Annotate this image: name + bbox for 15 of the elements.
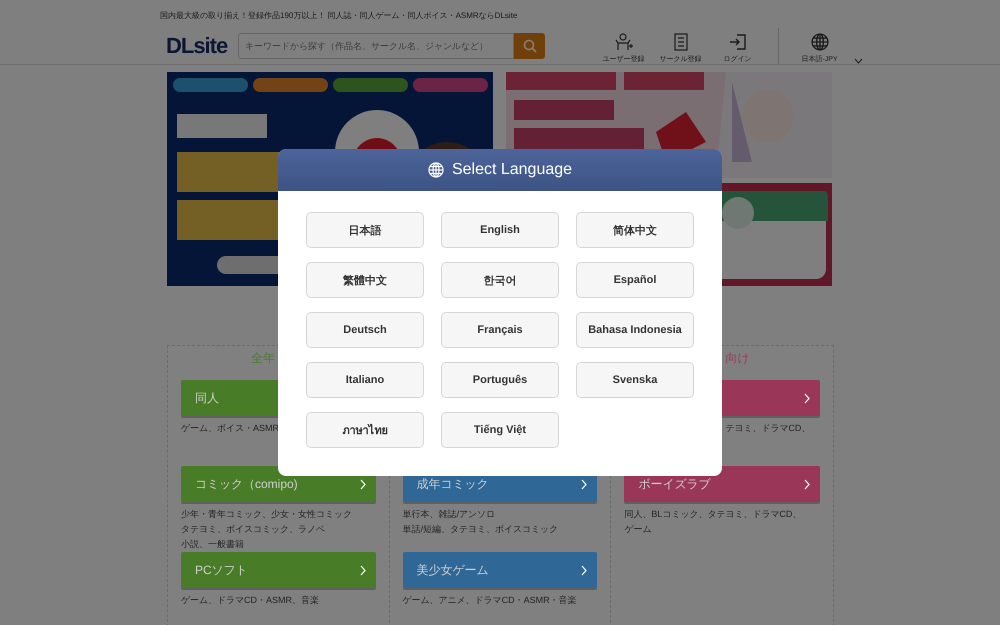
category-description: ゲーム、ボイス・ASMR [181, 422, 280, 435]
category-description: ゲーム [624, 523, 652, 536]
dialog-title: Select Language [452, 161, 572, 179]
section-heading: 全年 [251, 351, 275, 365]
category-description: ゲーム、アニメ、ドラマCD・ASMR・音楽 [402, 594, 577, 607]
category-description: 同人、BLコミック、タテヨミ、ドラマCD、 [624, 508, 802, 521]
category-description: 少年・青年コミック、少女・女性コミック [181, 508, 352, 521]
category-description: 小説、一般書籍 [181, 538, 244, 551]
category-description: 単話/短編、タテヨミ、ボイスコミック [402, 523, 558, 536]
category-description: ゲーム、ドラマCD・ASMR、音楽 [181, 594, 320, 607]
category-description: テヨミ、ドラマCD、 [725, 422, 810, 435]
section-heading: 向け [725, 351, 750, 365]
category-description: 単行本、雑誌/アンソロ [402, 508, 496, 521]
category-description: タテヨミ、ボイスコミック、ラノベ [181, 523, 325, 536]
tagline: 国内最大級の取り揃え！登録作品190万以上！ 同人誌・同人ゲーム・同人ボイス・ASMRならDLsite [160, 10, 518, 21]
